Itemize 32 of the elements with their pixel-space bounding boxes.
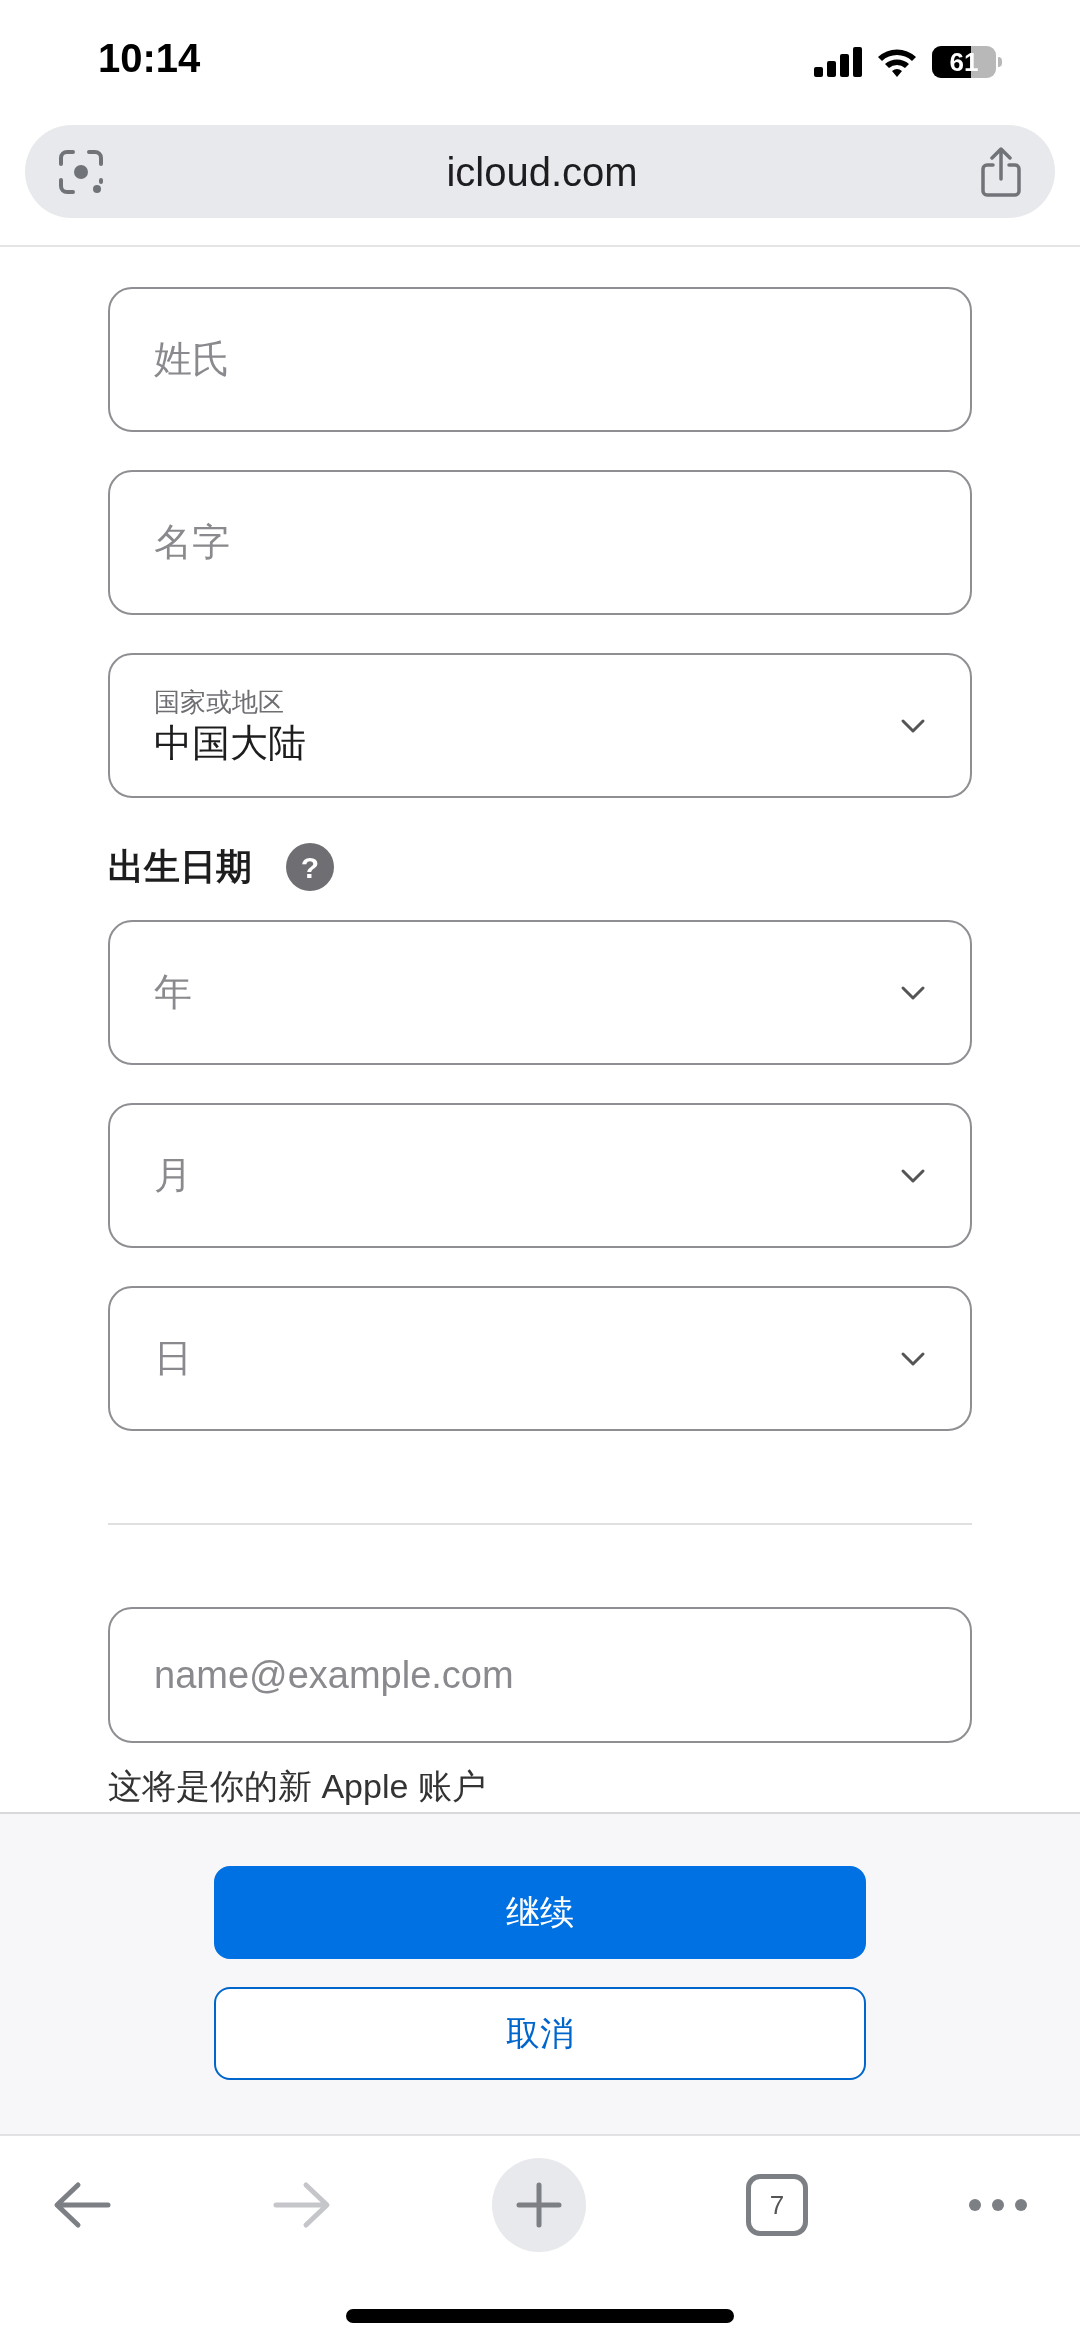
cancel-button[interactable]: 取消 (214, 1987, 866, 2080)
field-placeholder: 月 (154, 1153, 192, 1198)
status-time: 10:14 (98, 38, 201, 78)
email-note: 这将是你的新 Apple 账户 (108, 1766, 487, 1807)
share-icon[interactable] (979, 146, 1023, 197)
address-bar[interactable]: icloud.com (25, 125, 1055, 218)
plus-icon (515, 2181, 563, 2229)
wifi-icon (876, 47, 918, 77)
chevron-down-icon (900, 1167, 926, 1184)
field-placeholder: 年 (154, 970, 192, 1015)
chevron-down-icon (900, 984, 926, 1001)
select-field[interactable]: 月 (108, 1103, 972, 1248)
text-field[interactable]: 名字 (108, 470, 972, 615)
chevron-down-icon (900, 717, 926, 734)
url-text: icloud.com (446, 148, 638, 196)
back-arrow-icon[interactable] (52, 2181, 112, 2229)
continue-button[interactable]: 继续 (214, 1866, 866, 1959)
field-placeholder: 日 (154, 1336, 192, 1381)
signal-icon (814, 47, 862, 77)
chevron-down-icon (900, 1350, 926, 1367)
field-label: 国家或地区 (154, 685, 285, 719)
camera-scan-icon[interactable] (57, 147, 105, 196)
text-field[interactable]: name@example.com (108, 1607, 972, 1743)
tabs-button[interactable]: 7 (746, 2174, 808, 2236)
section-heading: 出生日期 (108, 845, 252, 889)
field-value: 中国大陆 (154, 720, 306, 766)
help-button[interactable]: ? (286, 843, 334, 891)
more-icon[interactable] (968, 2198, 1028, 2212)
select-field[interactable]: 日 (108, 1286, 972, 1431)
select-field[interactable]: 国家或地区 中国大陆 (108, 653, 972, 798)
text-field[interactable]: 姓氏 (108, 287, 972, 432)
select-field[interactable]: 年 (108, 920, 972, 1065)
